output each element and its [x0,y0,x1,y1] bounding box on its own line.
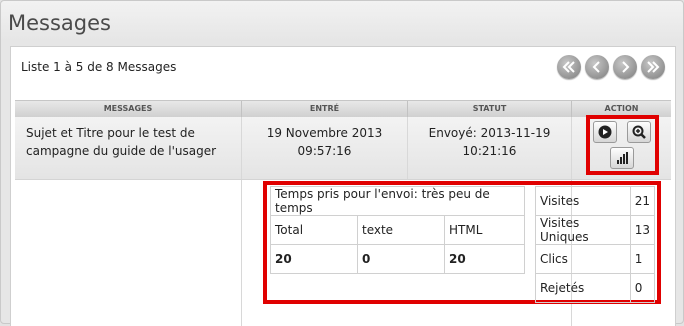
total-value: 20 [270,244,358,274]
send-time-text: Temps pris pour l'envoi: très peu de tem… [270,186,525,216]
header-statut[interactable]: STATUT [408,101,572,117]
last-page-icon[interactable] [641,55,665,79]
entre-time: 09:57:16 [297,144,352,158]
statut-date: Envoyé: 2013-11-19 [428,126,551,140]
entre-date: 19 Novembre 2013 [266,126,383,140]
html-label: HTML [444,215,525,245]
list-info: Liste 1 à 5 de 8 Messages [21,60,177,74]
visites-value: 21 [629,186,656,216]
header-entre[interactable]: ENTRÉ [242,101,408,117]
play-button[interactable] [593,121,617,143]
texte-value: 0 [357,244,445,274]
header-messages[interactable]: MESSAGES [15,101,242,117]
bar-chart-icon [617,152,628,164]
prev-page-icon[interactable] [585,55,609,79]
zoom-icon [632,125,646,139]
visites-uniques-label: Visites Uniques [535,215,631,245]
visites-label: Visites [535,186,631,216]
first-page-icon[interactable] [557,55,581,79]
rejetes-value: 0 [629,273,656,303]
next-page-icon[interactable] [613,55,637,79]
preview-button[interactable] [627,121,651,143]
subject-line-1: Sujet et Titre pour le test de [26,126,195,140]
subject-cell: Sujet et Titre pour le test de campagne … [15,117,242,179]
statut-cell: Envoyé: 2013-11-19 10:21:16 [408,117,572,179]
send-stats-table: Temps pris pour l'envoi: très peu de tem… [270,186,525,274]
message-subject[interactable]: Sujet et Titre pour le test de campagne … [26,124,226,160]
visites-uniques-value: 13 [629,215,656,245]
total-label: Total [270,215,358,245]
texte-label: texte [357,215,445,245]
clics-value: 1 [629,244,656,274]
pager [557,55,665,79]
stats-button[interactable] [610,147,634,169]
table-row: Sujet et Titre pour le test de campagne … [15,117,671,180]
entre-cell: 19 Novembre 2013 09:57:16 [242,117,408,179]
subject-line-2: campagne du guide de l'usager [26,144,217,158]
page-title: Messages [8,11,111,35]
clics-label: Clics [535,244,631,274]
html-value: 20 [444,244,525,274]
details-spacer [15,180,242,326]
statut-time: 10:21:16 [462,144,517,158]
rejetes-label: Rejetés [535,273,631,303]
table-header: MESSAGES ENTRÉ STATUT ACTION [15,100,671,118]
metrics-table: Visites 21 Visites Uniques 13 Clics 1 Re… [535,186,656,303]
play-icon [598,125,612,139]
